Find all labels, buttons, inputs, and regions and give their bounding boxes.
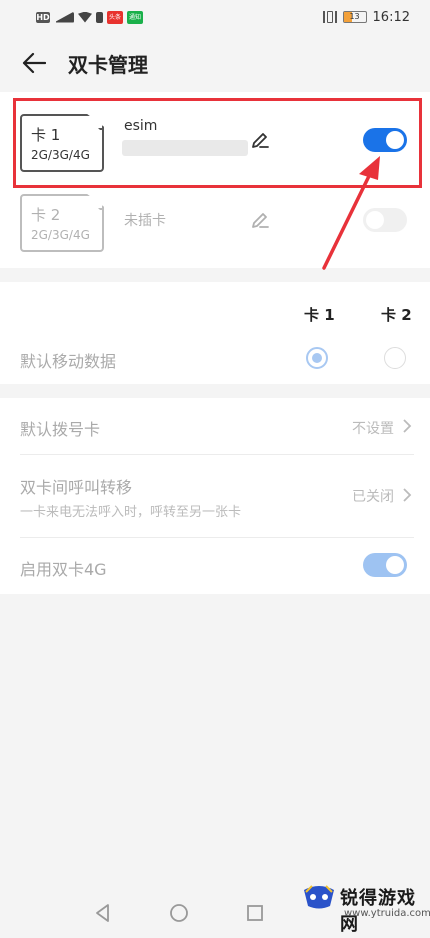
- wifi-icon: [78, 11, 92, 23]
- app-notification-red-icon: 头条: [107, 10, 123, 24]
- app-notification-green-icon: 通知: [127, 10, 143, 24]
- column-header-sim2: 卡 2: [381, 306, 412, 324]
- battery-icon: 13: [342, 11, 367, 23]
- nav-home-icon[interactable]: [168, 902, 190, 924]
- default-data-sim1-radio[interactable]: [306, 347, 328, 369]
- toggle-knob: [386, 556, 404, 574]
- status-left: HD 头条 通知: [36, 10, 143, 24]
- page-title: 双卡管理: [68, 53, 148, 77]
- default-data-label: 默认移动数据: [20, 352, 117, 371]
- site-watermark: 锐得游戏网 www.ytruida.com: [302, 876, 430, 935]
- call-forward-row[interactable]: 双卡间呼叫转移 一卡来电无法呼入时，呼转至另一张卡 已关闭: [0, 455, 430, 537]
- default-data-sim2-radio[interactable]: [384, 347, 406, 369]
- watermark-logo-icon: [304, 885, 334, 909]
- call-forward-subtitle: 一卡来电无法呼入时，呼转至另一张卡: [20, 505, 242, 520]
- pencil-icon[interactable]: [250, 210, 270, 230]
- dual-4g-title: 启用双卡4G: [20, 560, 107, 579]
- app-header: 双卡管理: [0, 34, 430, 92]
- chevron-right-icon: [403, 419, 412, 433]
- sim-name: 未插卡: [124, 213, 166, 229]
- vibrate-icon: [322, 11, 337, 23]
- column-header-sim1: 卡 1: [304, 306, 335, 324]
- default-dial-title: 默认拨号卡: [20, 420, 101, 439]
- arrow-left-icon[interactable]: [22, 52, 46, 74]
- settings-section: 默认拨号卡 不设置 双卡间呼叫转移 一卡来电无法呼入时，呼转至另一张卡 已关闭 …: [0, 398, 430, 594]
- default-data-section: 卡 1 卡 2 默认移动数据: [0, 282, 430, 384]
- battery-small-icon: [96, 11, 103, 23]
- nav-recent-icon[interactable]: [244, 902, 266, 924]
- chevron-right-icon: [403, 488, 412, 502]
- watermark-url: www.ytruida.com: [344, 908, 430, 919]
- call-forward-title: 双卡间呼叫转移: [20, 478, 133, 497]
- signal-icon: [54, 11, 74, 23]
- status-bar: HD 头条 通知 13 16:12: [0, 0, 430, 34]
- sim-slot-label: 卡 2: [31, 206, 61, 224]
- sim-card-icon: 卡 2 2G/3G/4G: [20, 194, 104, 252]
- call-forward-value: 已关闭: [352, 489, 394, 505]
- hd-icon: HD: [36, 11, 50, 23]
- nav-back-icon[interactable]: [92, 902, 114, 924]
- dual-4g-row: 启用双卡4G: [0, 538, 430, 594]
- status-right: 13 16:12: [322, 9, 410, 25]
- sim-network-label: 2G/3G/4G: [31, 228, 90, 242]
- default-dial-value: 不设置: [352, 421, 394, 437]
- default-dial-row[interactable]: 默认拨号卡 不设置: [0, 398, 430, 454]
- status-time: 16:12: [372, 9, 410, 25]
- battery-level: 13: [349, 12, 360, 21]
- dual-4g-toggle[interactable]: [363, 553, 407, 577]
- annotation-arrow-icon: [322, 156, 380, 270]
